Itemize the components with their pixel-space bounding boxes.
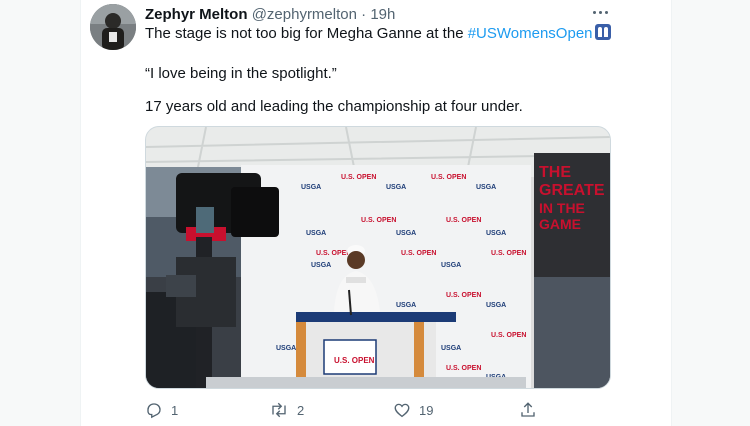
us-open-logo: U.S. OPEN [446,365,481,372]
usga-logo: USGA [441,262,461,269]
tweet-quote: “I love being in the spotlight.” [145,65,337,82]
tweet-text-line-1: The stage is not too big for Megha Ganne… [145,24,611,44]
usga-logo: USGA [311,262,331,269]
usga-logo: USGA [476,184,496,191]
tweet-header: Zephyr Melton @zephyrmelton · 19h [145,5,395,25]
banner-text: IN THE [539,200,585,216]
us-open-logo: U.S. OPEN [491,250,526,257]
reply-icon [147,403,161,419]
usga-logo: USGA [441,345,461,352]
us-open-logo: U.S. OPEN [446,292,481,299]
share-icon [521,402,535,417]
tweet-photo[interactable]: USGA USGA USGA USGA USGA USGA USGA USGA … [145,126,611,389]
usga-logo: USGA [486,302,506,309]
banner-text: GREATE [539,182,605,199]
like-count: 19 [419,402,434,418]
us-open-logo: U.S. OPEN [361,217,396,224]
tweet-card[interactable]: Zephyr Melton @zephyrmelton · 19h The st… [80,0,672,426]
usga-logo: USGA [396,302,416,309]
banner-text: GAME [539,216,581,232]
us-open-logo: U.S. OPEN [316,250,351,257]
us-open-logo: U.S. OPEN [431,174,466,181]
us-open-logo: U.S. OPEN [491,332,526,339]
us-open-logo: U.S. OPEN [341,174,376,181]
usga-logo: USGA [301,184,321,191]
tweet-time[interactable]: 19h [370,6,395,23]
retweet-button[interactable]: 2 [269,398,304,422]
usga-logo: USGA [386,184,406,191]
tweet-text-line-3: 17 years old and leading the championshi… [145,98,523,115]
reply-count: 1 [171,402,179,418]
share-button[interactable] [519,398,537,422]
retweet-count: 2 [297,402,305,418]
tweet-actions: 1 2 19 [145,398,545,422]
hashtag-link[interactable]: #USWomensOpen [468,25,593,42]
usga-logo: USGA [486,230,506,237]
like-icon [394,403,410,418]
more-icon[interactable] [591,5,611,21]
us-open-logo: U.S. OPEN [446,217,481,224]
avatar[interactable] [90,4,136,50]
usga-logo: USGA [276,345,296,352]
hashtag-emoji-icon [594,24,611,40]
reply-button[interactable]: 1 [145,398,178,422]
tweet-text: The stage is not too big for Megha Ganne… [145,25,468,42]
usga-logo: USGA [306,230,326,237]
us-open-logo: U.S. OPEN [401,250,436,257]
retweet-icon [272,402,286,418]
author-name[interactable]: Zephyr Melton [145,6,248,23]
like-button[interactable]: 19 [393,398,433,422]
separator-dot: · [361,6,367,23]
usga-logo: USGA [396,230,416,237]
banner-text: THE [539,164,571,181]
author-handle[interactable]: @zephyrmelton [252,6,357,23]
podium-logo: U.S. OPEN [334,356,375,365]
